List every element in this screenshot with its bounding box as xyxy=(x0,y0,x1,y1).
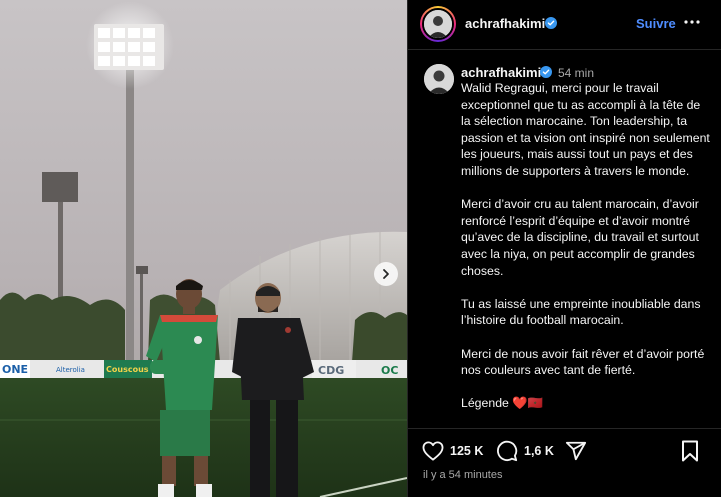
floodlight-pole xyxy=(126,70,134,362)
board-one: ONE xyxy=(2,363,28,376)
profile-avatar[interactable] xyxy=(420,6,456,42)
comment-button[interactable]: 1,6 K xyxy=(496,439,554,463)
post-panel: achrafhakimi Suivre achrafhakimi 54 min xyxy=(407,0,721,497)
share-button[interactable] xyxy=(565,439,587,463)
caption-time: 54 min xyxy=(558,66,595,80)
header-username[interactable]: achrafhakimi xyxy=(465,16,545,31)
trees-left xyxy=(0,292,125,362)
board-oc: OC xyxy=(381,364,398,377)
post-photo[interactable]: ONE Alterolia Couscous CDG OC xyxy=(0,0,407,497)
verified-badge-icon xyxy=(540,66,552,78)
post-header: achrafhakimi Suivre xyxy=(408,0,721,50)
caption-text: Walid Regragui, merci pour le travail ex… xyxy=(461,80,713,428)
board-cdg: CDG xyxy=(318,364,344,377)
caption-paragraph: Tu as laissé une empreinte inoubliable d… xyxy=(461,296,701,328)
board-couscous: Couscous xyxy=(106,365,149,374)
caption-avatar[interactable] xyxy=(424,64,454,94)
share-icon xyxy=(565,441,587,461)
board-alterolia: Alterolia xyxy=(56,366,85,374)
comment-icon xyxy=(497,440,518,462)
chevron-right-icon xyxy=(383,269,389,279)
save-button[interactable] xyxy=(681,439,699,463)
more-options-button[interactable] xyxy=(682,12,702,32)
next-image-button[interactable] xyxy=(374,262,398,286)
like-button[interactable]: 125 K xyxy=(422,439,483,463)
posted-time: il y a 54 minutes xyxy=(423,469,503,481)
actions-bar: 125 K 1,6 K il y a 54 minutes xyxy=(408,428,721,497)
like-count: 125 K xyxy=(450,444,484,458)
avatar-image xyxy=(422,8,454,40)
stadium-photo: ONE Alterolia Couscous CDG OC xyxy=(0,0,407,497)
caption-paragraph: Walid Regragui, merci pour le travail ex… xyxy=(461,81,710,178)
bookmark-icon xyxy=(682,440,698,462)
verified-badge-icon xyxy=(545,17,557,29)
person-icon xyxy=(424,10,452,38)
heart-icon xyxy=(422,441,444,461)
floodlight-lamps-2 xyxy=(42,172,78,202)
more-horizontal-icon xyxy=(684,20,700,24)
caption-username[interactable]: achrafhakimi xyxy=(461,65,541,80)
person-icon xyxy=(424,64,454,94)
follow-button[interactable]: Suivre xyxy=(636,16,676,31)
comment-count: 1,6 K xyxy=(524,444,554,458)
caption-paragraph: Merci d’avoir cru au talent marocain, d’… xyxy=(461,197,699,278)
caption-paragraph: Merci de nous avoir fait rêver et d’avoi… xyxy=(461,346,705,378)
caption-comment: achrafhakimi 54 min Walid Regragui, merc… xyxy=(408,50,721,428)
caption-paragraph: Légende ❤️🇲🇦 xyxy=(461,396,543,411)
